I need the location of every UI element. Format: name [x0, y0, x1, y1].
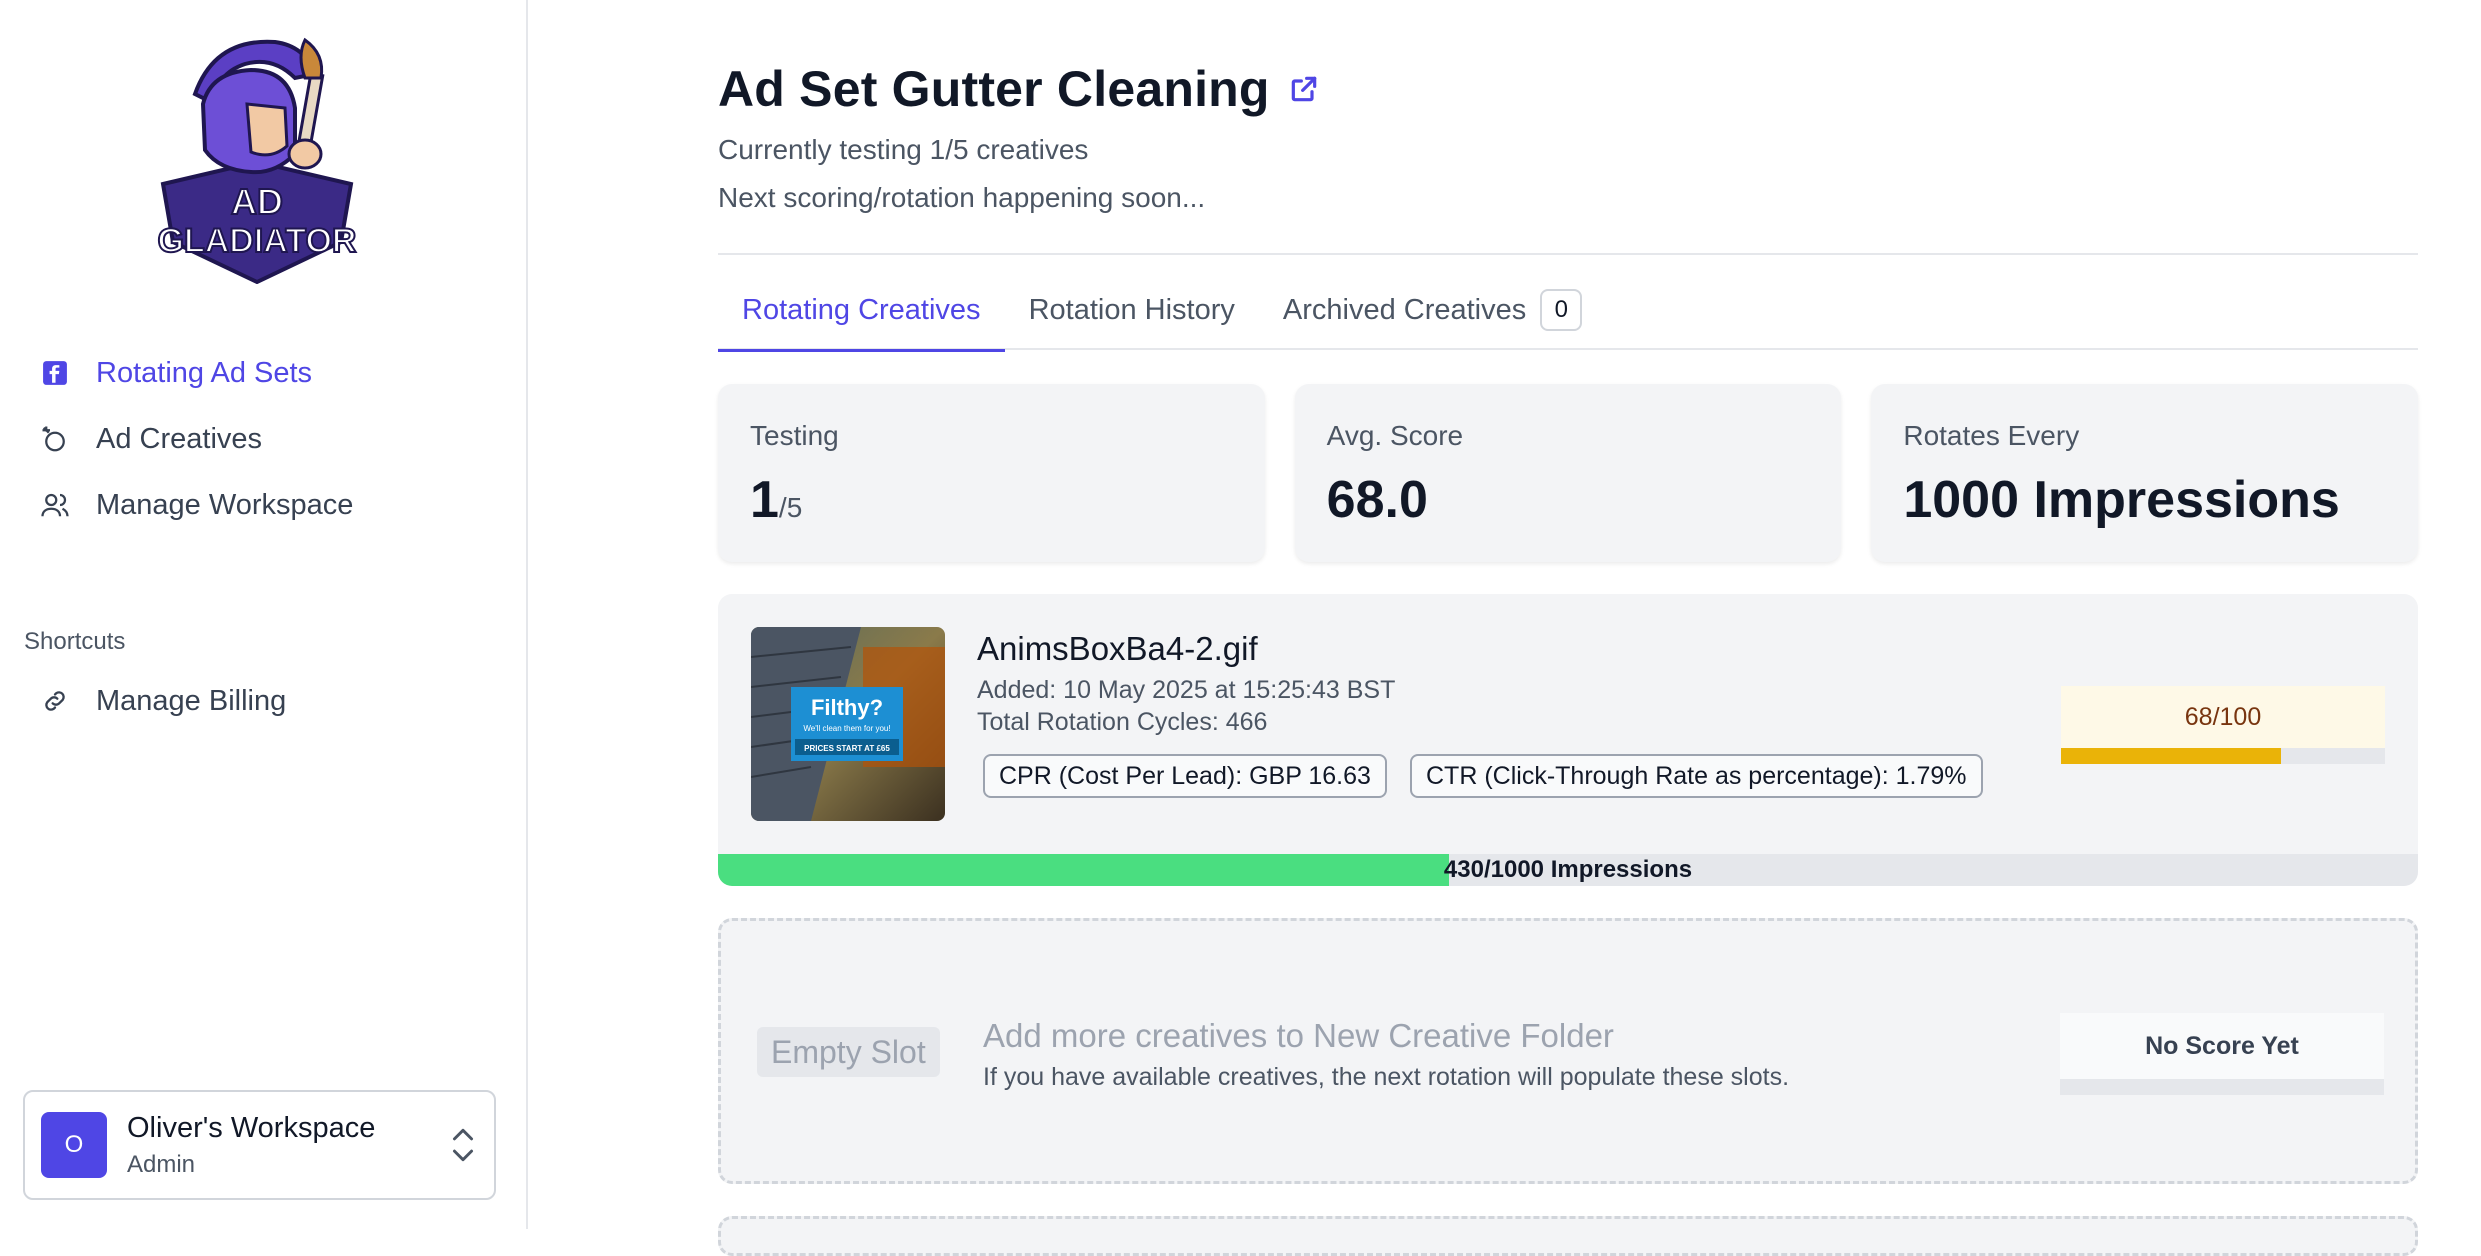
next-rotation-text: Next scoring/rotation happening soon...	[718, 182, 1206, 213]
empty-slot-card: Empty Slot Add more creatives to New Cre…	[718, 918, 2418, 1184]
workspace-switcher[interactable]: O Oliver's Workspace Admin	[23, 1090, 496, 1200]
header-divider	[718, 253, 2418, 255]
stat-value: 1/5	[750, 470, 1233, 530]
impressions-label: 430/1000 Impressions	[1443, 856, 1693, 883]
link-icon	[38, 684, 72, 718]
creative-added-date: Added: 10 May 2025 at 15:25:43 BST	[977, 676, 1396, 704]
page-title: Ad Set Gutter Cleaning	[718, 61, 1270, 117]
tab-bar: Rotating Creatives Rotation History Arch…	[718, 270, 2418, 352]
main-nav: Rotating Ad Sets Ad Creatives Manage Wor…	[24, 340, 504, 538]
tab-label: Archived Creatives	[1282, 293, 1527, 326]
creative-rotation-cycles: Total Rotation Cycles: 466	[977, 708, 1268, 736]
tab-archived-creatives[interactable]: Archived Creatives 0	[1259, 270, 1606, 350]
ad-gladiator-logo[interactable]: AD GLADIATOR	[155, 34, 360, 284]
stat-label: Rotates Every	[1903, 420, 2080, 451]
logo-text-line1: AD	[231, 181, 283, 222]
archived-count-badge: 0	[1540, 289, 1583, 331]
stat-label: Avg. Score	[1326, 420, 1464, 451]
sparkle-icon	[38, 422, 72, 456]
tab-label: Rotating Creatives	[742, 293, 981, 326]
creative-thumbnail[interactable]: Filthy? We'll clean them for you! PRICES…	[751, 627, 945, 821]
stats-row: Testing 1/5 Avg. Score 68.0 Rotates Ever…	[718, 384, 2419, 562]
testing-count: 1	[750, 471, 779, 529]
impressions-progress: 430/1000 Impressions	[718, 854, 2418, 886]
shortcuts-nav: Manage Billing	[24, 668, 504, 734]
workspace-name: Oliver's Workspace	[127, 1111, 376, 1144]
thumb-sub: We'll clean them for you!	[803, 724, 890, 733]
testing-total: /5	[778, 492, 803, 523]
nav-item-rotating-ad-sets[interactable]: Rotating Ad Sets	[24, 340, 504, 406]
chevron-up-down-icon	[452, 1128, 474, 1162]
testing-subtitle: Currently testing 1/5 creatives	[718, 134, 1089, 165]
thumb-headline: Filthy?	[811, 695, 883, 720]
empty-slot-subtitle: If you have available creatives, the nex…	[983, 1063, 1790, 1091]
stat-value: 68.0	[1326, 471, 1428, 529]
users-icon	[38, 488, 72, 522]
tab-rotation-history[interactable]: Rotation History	[1005, 270, 1259, 350]
empty-slot-badge: Empty Slot	[757, 1027, 940, 1077]
logo-text-line2: GLADIATOR	[158, 222, 357, 260]
sidebar: AD GLADIATOR Rotating Ad Sets Ad Creativ…	[0, 0, 528, 1229]
no-score-bar	[2060, 1079, 2384, 1095]
nav-label: Ad Creatives	[96, 422, 263, 455]
score-label: 68/100	[2061, 686, 2385, 748]
empty-slot-title: Add more creatives to New Creative Folde…	[983, 1017, 1614, 1054]
cpr-metric-badge: CPR (Cost Per Lead): GBP 16.63	[983, 754, 1387, 798]
score-bar-fill	[2061, 748, 2282, 764]
workspace-role: Admin	[127, 1150, 196, 1178]
stat-card-testing: Testing 1/5	[718, 384, 1265, 562]
nav-label: Manage Billing	[96, 684, 287, 717]
stat-card-rotates-every: Rotates Every 1000 Impressions	[1871, 384, 2419, 562]
nav-item-manage-billing[interactable]: Manage Billing	[24, 668, 504, 734]
score-bar	[2061, 748, 2385, 764]
workspace-avatar: O	[41, 1112, 107, 1178]
tab-rotating-creatives[interactable]: Rotating Creatives	[718, 270, 1005, 352]
tab-label: Rotation History	[1028, 293, 1235, 326]
empty-slot-card	[718, 1216, 2418, 1256]
stat-label: Testing	[750, 420, 839, 451]
shortcuts-heading: Shortcuts	[24, 628, 126, 655]
stat-value: 1000 Impressions	[1903, 471, 2340, 529]
nav-label: Rotating Ad Sets	[96, 356, 313, 389]
thumb-price: PRICES START AT £65	[804, 744, 890, 753]
no-score-label: No Score Yet	[2060, 1013, 2384, 1079]
nav-item-manage-workspace[interactable]: Manage Workspace	[24, 472, 504, 538]
facebook-icon	[38, 356, 72, 390]
stat-card-avg-score: Avg. Score 68.0	[1294, 384, 1842, 562]
external-link-icon[interactable]	[1288, 73, 1320, 105]
creative-name: AnimsBoxBa4-2.gif	[977, 630, 1258, 667]
nav-label: Manage Workspace	[96, 488, 354, 521]
nav-item-ad-creatives[interactable]: Ad Creatives	[24, 406, 504, 472]
creative-card: Filthy? We'll clean them for you! PRICES…	[718, 594, 2418, 886]
ctr-metric-badge: CTR (Click-Through Rate as percentage): …	[1410, 754, 1983, 798]
